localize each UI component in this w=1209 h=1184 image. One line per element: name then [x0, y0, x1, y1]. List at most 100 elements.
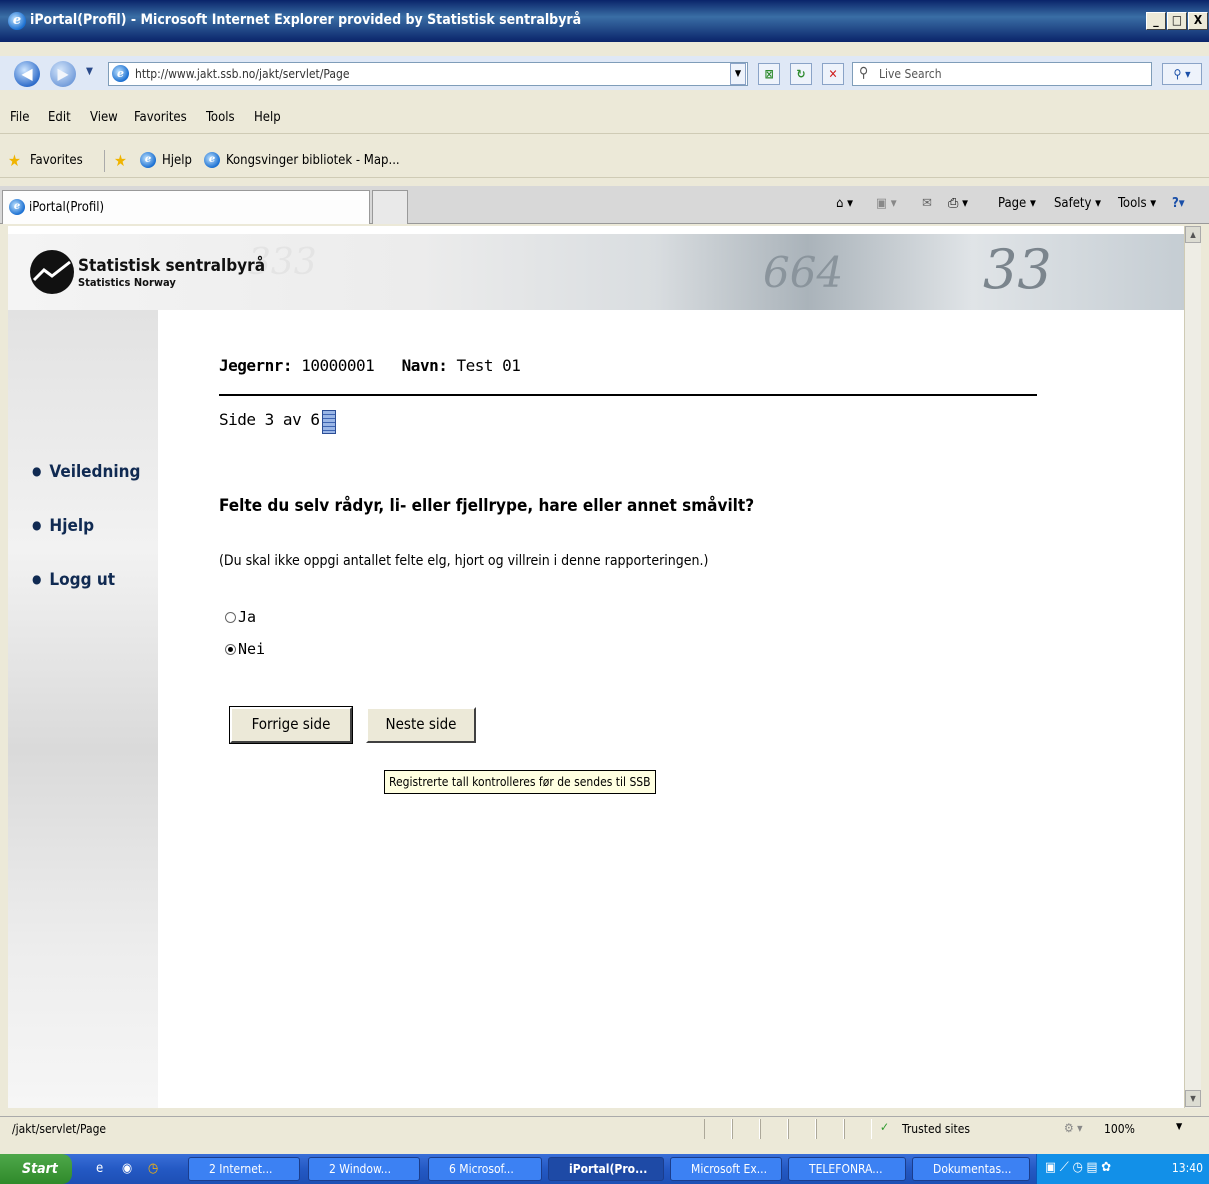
mail-icon[interactable]: ✉: [922, 196, 932, 211]
compatibility-icon[interactable]: ⊠: [758, 63, 780, 85]
window-title: iPortal(Profil) - Microsoft Internet Exp…: [30, 12, 582, 28]
menu-help[interactable]: Help: [254, 110, 281, 125]
home-icon[interactable]: ⌂ ▾: [836, 196, 853, 211]
toolbar-separator: [104, 150, 105, 172]
minimize-button[interactable]: _: [1146, 12, 1166, 30]
calculator-icon[interactable]: [322, 410, 336, 434]
favorites-bar: ★ Favorites ★ e Hjelp e Kongsvinger bibl…: [0, 144, 1209, 178]
previous-page-button[interactable]: Forrige side: [229, 706, 353, 744]
status-cell: [788, 1119, 816, 1139]
task-excel[interactable]: Microsoft Ex...: [670, 1157, 782, 1181]
address-toolbar: ◀ ▶ ▼ e http://www.jakt.ssb.no/jakt/serv…: [0, 56, 1209, 90]
jegernr-label: Jegernr:: [219, 356, 293, 375]
scroll-up-icon[interactable]: ▲: [1185, 226, 1201, 243]
logo-subtitle: Statistics Norway: [78, 276, 176, 289]
nav-logg-ut[interactable]: ● Logg ut: [32, 570, 115, 590]
link-ie-icon: e: [140, 152, 156, 168]
question-text: Felte du selv rådyr, li- eller fjellrype…: [219, 496, 755, 516]
menu-file[interactable]: File: [10, 110, 29, 125]
address-text: http://www.jakt.ssb.no/jakt/servlet/Page: [135, 67, 350, 81]
favorites-star-icon: ★: [8, 151, 21, 170]
zoom-dropdown-icon[interactable]: ▼: [1176, 1122, 1182, 1132]
security-zone[interactable]: Trusted sites: [902, 1122, 970, 1136]
tools-menu[interactable]: Tools ▾: [1118, 196, 1156, 211]
page-content: 333 664 33 Statistisk sentralbyrå Statis…: [8, 226, 1184, 1108]
search-icon: ⚲: [859, 65, 869, 81]
refresh-icon[interactable]: ↻: [790, 63, 812, 85]
task-internet[interactable]: 2 Internet...: [188, 1157, 300, 1181]
clock[interactable]: 13:40: [1172, 1161, 1203, 1175]
nav-hjelp[interactable]: ● Hjelp: [32, 516, 94, 536]
history-dropdown-icon[interactable]: ▼: [86, 66, 93, 77]
window-title-bar: e iPortal(Profil) - Microsoft Internet E…: [0, 0, 1209, 42]
favorite-link-hjelp[interactable]: Hjelp: [162, 153, 192, 168]
status-cell: [760, 1119, 788, 1139]
task-dokumentas[interactable]: Dokumentas...: [912, 1157, 1030, 1181]
system-tray: ▣ ⟋ ◷ ▤ ✿ 13:40: [1036, 1154, 1209, 1184]
maximize-button[interactable]: □: [1167, 12, 1187, 30]
close-button[interactable]: X: [1188, 12, 1208, 30]
tab-label: iPortal(Profil): [29, 200, 105, 215]
divider: [219, 394, 1037, 396]
ie-icon: e: [8, 12, 26, 30]
search-button-icon[interactable]: ⚲ ▾: [1162, 63, 1202, 85]
safety-menu[interactable]: Safety ▾: [1054, 196, 1101, 211]
navn-label: Navn:: [401, 356, 448, 375]
task-microsoft[interactable]: 6 Microsof...: [428, 1157, 542, 1181]
taskbar: Start e ◉ ◷ 2 Internet... 2 Window... 6 …: [0, 1154, 1209, 1184]
menu-edit[interactable]: Edit: [48, 110, 71, 125]
nav-veiledning[interactable]: ● Veiledning: [32, 462, 140, 482]
feeds-icon[interactable]: ▣ ▾: [876, 196, 897, 211]
back-icon[interactable]: ◀: [14, 61, 40, 87]
sidebar: ● Veiledning ● Hjelp ● Logg ut: [8, 310, 158, 1108]
option-nei[interactable]: Nei: [225, 640, 265, 658]
banner-number: 33: [983, 238, 1052, 301]
page-indicator: Side 3 av 6: [219, 410, 320, 429]
next-page-button[interactable]: Neste side: [366, 707, 476, 743]
radio-nei[interactable]: [225, 644, 236, 655]
radio-ja[interactable]: [225, 612, 236, 623]
quicklaunch-icon[interactable]: ◉: [122, 1161, 132, 1176]
quicklaunch-ie-icon[interactable]: e: [96, 1161, 103, 1176]
start-button[interactable]: Start: [0, 1154, 72, 1184]
vertical-scrollbar[interactable]: ▲ ▼: [1184, 226, 1201, 1108]
tray-icons[interactable]: ▣ ⟋ ◷ ▤ ✿: [1045, 1160, 1111, 1175]
add-favorite-icon[interactable]: ★: [114, 151, 127, 170]
status-cell: [844, 1119, 872, 1139]
quicklaunch-outlook-icon[interactable]: ◷: [148, 1161, 158, 1176]
status-cell: [704, 1119, 732, 1139]
status-cell: [816, 1119, 844, 1139]
favorites-button[interactable]: Favorites: [30, 153, 83, 168]
menu-view[interactable]: View: [90, 110, 118, 125]
question-note: (Du skal ikke oppgi antallet felte elg, …: [219, 553, 709, 569]
task-iportal[interactable]: iPortal(Pro...: [548, 1157, 664, 1181]
zoom-level[interactable]: 100%: [1104, 1122, 1135, 1136]
option-ja[interactable]: Ja: [225, 608, 256, 626]
address-field[interactable]: e http://www.jakt.ssb.no/jakt/servlet/Pa…: [108, 62, 748, 86]
tooltip: Registrerte tall kontrolleres før de sen…: [384, 770, 656, 794]
favorite-link-kongsvinger[interactable]: Kongsvinger bibliotek - Map...: [226, 153, 400, 168]
scroll-down-icon[interactable]: ▼: [1185, 1090, 1201, 1107]
page-menu[interactable]: Page ▾: [998, 196, 1036, 211]
stop-icon[interactable]: ✕: [822, 63, 844, 85]
task-telefonra[interactable]: TELEFONRA...: [788, 1157, 906, 1181]
logo-name: Statistisk sentralbyrå: [78, 256, 266, 276]
address-dropdown-icon[interactable]: ▼: [730, 63, 746, 85]
print-icon[interactable]: ⎙ ▾: [948, 196, 968, 211]
protected-mode-icon[interactable]: ⚙ ▾: [1064, 1121, 1083, 1135]
new-tab-button[interactable]: [372, 190, 408, 224]
menu-tools[interactable]: Tools: [206, 110, 235, 125]
search-input[interactable]: ⚲ Live Search: [852, 62, 1152, 86]
jegernr-value: 10000001: [301, 356, 375, 375]
navn-value: Test 01: [456, 356, 521, 375]
tab-iportal[interactable]: e iPortal(Profil): [2, 190, 370, 224]
forward-icon[interactable]: ▶: [50, 61, 76, 87]
task-windows[interactable]: 2 Window...: [308, 1157, 420, 1181]
help-icon[interactable]: ?▾: [1172, 196, 1185, 211]
status-bar: /jakt/servlet/Page ✓ Trusted sites ⚙ ▾ 1…: [0, 1116, 1209, 1140]
menu-favorites[interactable]: Favorites: [134, 110, 187, 125]
check-icon: ✓: [880, 1120, 890, 1134]
hunter-info: Jegernr: 10000001 Navn: Test 01: [219, 356, 521, 375]
ssb-logo-icon[interactable]: [30, 250, 74, 294]
menu-bar: File Edit View Favorites Tools Help: [0, 100, 1209, 134]
